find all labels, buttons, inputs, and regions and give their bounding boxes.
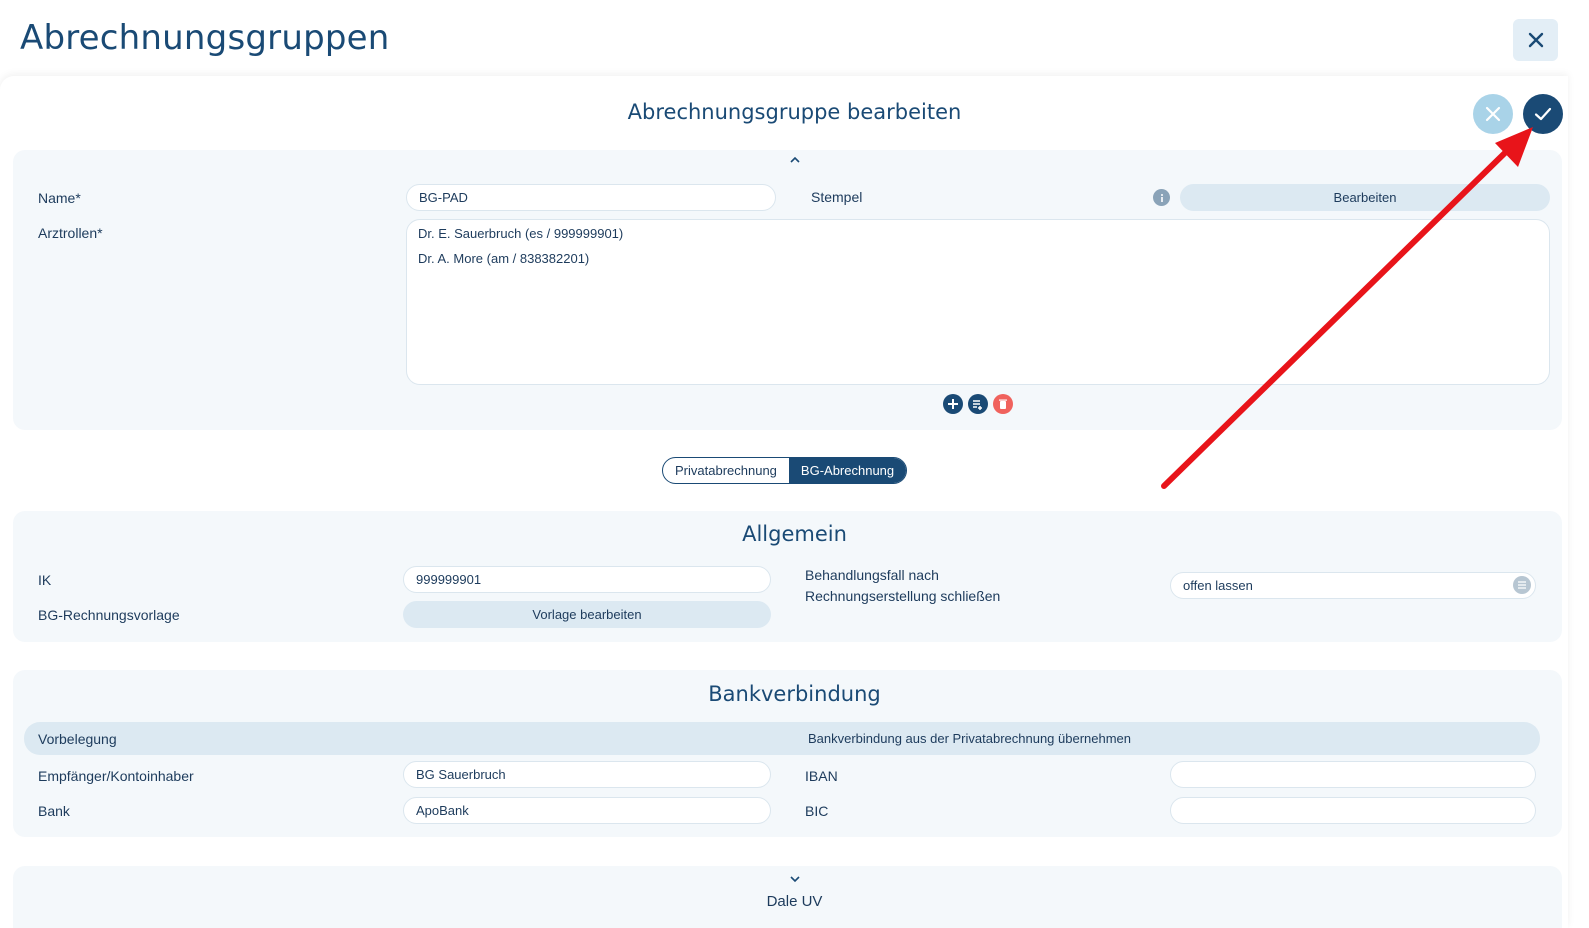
stamp-edit-button[interactable]: Bearbeiten bbox=[1180, 184, 1550, 211]
collapse-chevron-icon[interactable] bbox=[0, 153, 1589, 167]
recipient-input[interactable]: BG Sauerbruch bbox=[403, 761, 771, 788]
expand-chevron-icon[interactable] bbox=[0, 872, 1589, 886]
add-list-button[interactable] bbox=[968, 394, 988, 414]
ik-label: IK bbox=[38, 572, 52, 588]
close-icon bbox=[1528, 32, 1543, 48]
ik-input[interactable]: 999999901 bbox=[403, 566, 771, 593]
bic-input[interactable] bbox=[1170, 797, 1536, 824]
doctor-roles-label: Arztrollen* bbox=[38, 225, 103, 241]
adopt-bank-button[interactable]: Bankverbindung aus der Privatabrechnung … bbox=[403, 725, 1536, 752]
bank-heading: Bankverbindung bbox=[708, 682, 881, 706]
page-title: Abrechnungsgruppen bbox=[20, 18, 390, 58]
bank-input[interactable]: ApoBank bbox=[403, 797, 771, 824]
close-icon bbox=[1485, 106, 1501, 122]
preset-label: Vorbelegung bbox=[38, 731, 117, 747]
checkmark-icon bbox=[1534, 107, 1552, 121]
toggle-private-billing[interactable]: Privatabrechnung bbox=[663, 458, 789, 483]
doctor-roles-list[interactable]: Dr. E. Sauerbruch (es / 999999901) Dr. A… bbox=[406, 219, 1550, 385]
name-input[interactable]: BG-PAD bbox=[406, 184, 776, 211]
billing-type-toggle[interactable]: Privatabrechnung BG-Abrechnung bbox=[662, 457, 908, 484]
dialog-title: Abrechnungsgruppe bearbeiten bbox=[627, 100, 962, 124]
list-item[interactable]: Dr. A. More (am / 838382201) bbox=[418, 251, 1538, 276]
allgemein-heading: Allgemein bbox=[742, 522, 847, 546]
bank-label: Bank bbox=[38, 803, 70, 819]
close-case-label-line2: Rechnungserstellung schließen bbox=[805, 588, 1001, 604]
iban-input[interactable] bbox=[1170, 761, 1536, 788]
list-item[interactable]: Dr. E. Sauerbruch (es / 999999901) bbox=[418, 226, 1538, 251]
plus-icon bbox=[948, 399, 958, 409]
recipient-label: Empfänger/Kontoinhaber bbox=[38, 768, 194, 784]
toggle-bg-billing[interactable]: BG-Abrechnung bbox=[788, 458, 907, 483]
bic-label: BIC bbox=[805, 803, 829, 819]
iban-label: IBAN bbox=[805, 768, 838, 784]
stamp-label: Stempel bbox=[811, 189, 863, 205]
close-case-select[interactable]: offen lassen bbox=[1170, 572, 1536, 599]
template-edit-button[interactable]: Vorlage bearbeiten bbox=[403, 601, 771, 628]
close-case-value: offen lassen bbox=[1183, 578, 1253, 593]
save-edit-button[interactable] bbox=[1523, 94, 1563, 134]
template-label: BG-Rechnungsvorlage bbox=[38, 607, 180, 623]
add-role-button[interactable] bbox=[943, 394, 963, 414]
close-page-button[interactable] bbox=[1513, 19, 1558, 61]
cancel-edit-button[interactable] bbox=[1473, 94, 1513, 134]
menu-icon[interactable] bbox=[1513, 576, 1531, 594]
name-label: Name* bbox=[38, 190, 81, 206]
list-add-icon bbox=[973, 400, 982, 410]
info-icon[interactable] bbox=[1153, 189, 1170, 206]
dale-heading[interactable]: Dale UV bbox=[0, 893, 1589, 910]
delete-role-button[interactable] bbox=[993, 394, 1013, 414]
trash-icon bbox=[999, 399, 1007, 409]
close-case-label: Behandlungsfall nach bbox=[805, 567, 939, 583]
